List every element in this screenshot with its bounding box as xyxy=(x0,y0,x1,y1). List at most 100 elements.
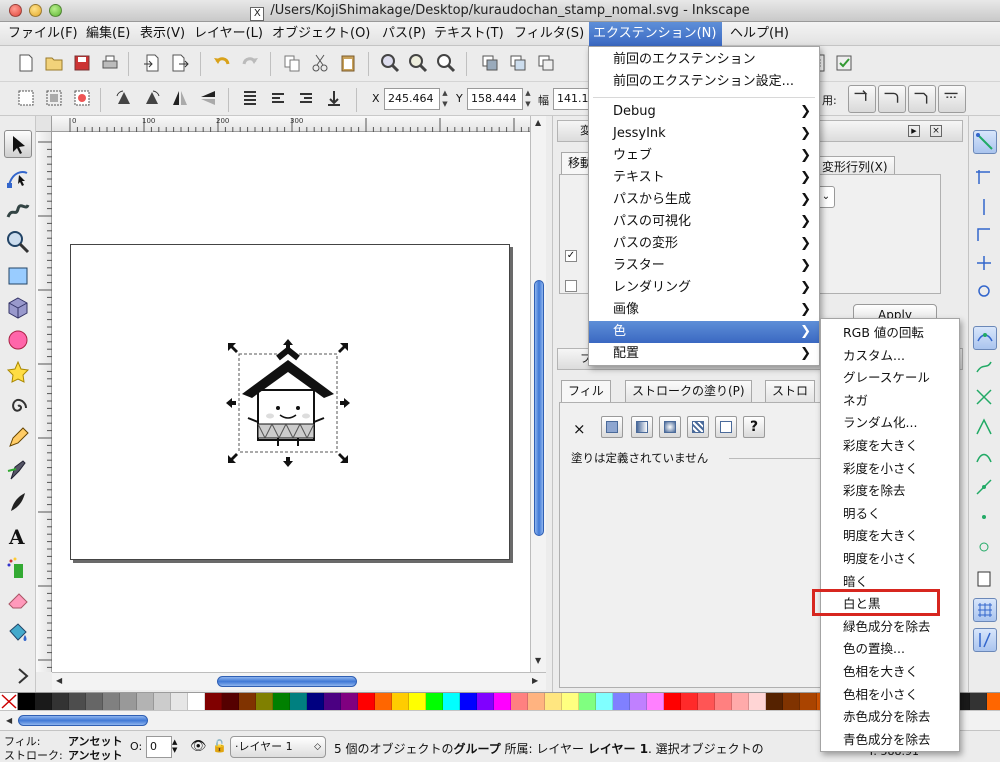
menu-ext-modify-path[interactable]: パスの変形 ❯ xyxy=(589,233,819,255)
snap-smooth-nodes-icon[interactable] xyxy=(973,446,997,470)
x-spinner[interactable]: ▲ ▼ xyxy=(440,88,450,110)
new-document-icon[interactable] xyxy=(16,53,36,73)
palette-swatch[interactable] xyxy=(477,693,494,710)
spiral-tool-icon[interactable] xyxy=(4,392,32,420)
menu-text[interactable]: テキスト(T) xyxy=(430,22,508,46)
preferences-icon[interactable] xyxy=(834,53,854,73)
unlink-clone-icon[interactable] xyxy=(536,53,556,73)
snap-page-border-icon[interactable] xyxy=(973,568,997,592)
palette-swatch[interactable] xyxy=(222,693,239,710)
pattern-button[interactable] xyxy=(687,416,709,438)
3d-box-tool-icon[interactable] xyxy=(4,294,32,322)
palette-swatch[interactable] xyxy=(664,693,681,710)
selected-drawing[interactable] xyxy=(52,132,530,672)
scroll-right-arrow-icon[interactable]: ▶ xyxy=(532,676,538,685)
deselect-icon[interactable] xyxy=(72,88,92,108)
snap-nodes-icon[interactable] xyxy=(973,326,997,350)
open-folder-icon[interactable] xyxy=(44,53,64,73)
rectangle-tool-icon[interactable] xyxy=(4,262,32,290)
relative-move-checkbox[interactable]: ✓ xyxy=(565,250,577,262)
palette-swatch[interactable] xyxy=(970,693,987,710)
palette-swatch[interactable] xyxy=(86,693,103,710)
palette-swatch[interactable] xyxy=(69,693,86,710)
spray-tool-icon[interactable] xyxy=(4,554,32,582)
scroll-thumb[interactable] xyxy=(534,280,544,536)
palette-swatch[interactable] xyxy=(800,693,817,710)
menu-ext-raster[interactable]: ラスター ❯ xyxy=(589,255,819,277)
menu-recent-extension-settings[interactable]: 前回のエクステンション設定... xyxy=(589,71,819,93)
menu-filters[interactable]: フィルタ(S) xyxy=(510,22,588,46)
select-all-icon[interactable] xyxy=(16,88,36,108)
palette-swatch[interactable] xyxy=(35,693,52,710)
snap-intersections-icon[interactable] xyxy=(973,386,997,410)
menu-ext-arrange[interactable]: 配置 ❯ xyxy=(589,343,819,365)
color-submenu-item[interactable]: 彩度を除去 xyxy=(821,480,959,502)
opacity-field[interactable]: 0 xyxy=(146,736,172,758)
snap-bbox-edges-icon[interactable] xyxy=(973,196,997,220)
palette-swatch[interactable] xyxy=(783,693,800,710)
color-submenu-item[interactable]: ネガ xyxy=(821,390,959,412)
palette-swatch[interactable] xyxy=(987,693,1000,710)
color-submenu-item[interactable]: 彩度を大きく xyxy=(821,435,959,457)
palette-swatch[interactable] xyxy=(324,693,341,710)
panel-close-icon[interactable]: × xyxy=(930,125,942,137)
menu-ext-visualize-path[interactable]: パスの可視化 ❯ xyxy=(589,211,819,233)
menu-path[interactable]: パス(P) xyxy=(378,22,430,46)
snap-enable-icon[interactable] xyxy=(973,130,997,154)
palette-swatch[interactable] xyxy=(154,693,171,710)
snap-rotation-center-icon[interactable] xyxy=(973,536,997,560)
scroll-left-arrow-icon[interactable]: ◀ xyxy=(6,716,12,725)
palette-swatch[interactable] xyxy=(375,693,392,710)
snap-object-centers-icon[interactable] xyxy=(973,506,997,530)
palette-swatch[interactable] xyxy=(443,693,460,710)
scroll-thumb[interactable] xyxy=(18,715,148,726)
opacity-spinner[interactable]: ▲ ▼ xyxy=(172,738,177,754)
menu-edit[interactable]: 編集(E) xyxy=(82,22,134,46)
apply-separately-checkbox[interactable] xyxy=(565,280,577,292)
palette-swatch[interactable] xyxy=(460,693,477,710)
palette-swatch[interactable] xyxy=(273,693,290,710)
canvas-horizontal-scrollbar[interactable]: ◀ ▶ xyxy=(52,672,546,690)
menu-recent-extension[interactable]: 前回のエクステンション xyxy=(589,49,819,71)
scroll-down-arrow-icon[interactable]: ▼ xyxy=(535,656,541,665)
current-layer-dropdown[interactable]: ·レイヤー 1 ◇ xyxy=(230,736,326,758)
menu-ext-color[interactable]: 色 ❯ xyxy=(589,321,819,343)
zoom-page-icon[interactable] xyxy=(436,53,456,73)
node-tool-icon[interactable] xyxy=(4,164,32,192)
palette-swatch[interactable] xyxy=(103,693,120,710)
copy-icon[interactable] xyxy=(282,53,302,73)
pen-tool-icon[interactable] xyxy=(4,456,32,484)
pencil-tool-icon[interactable] xyxy=(4,424,32,452)
tab-fill[interactable]: フィル xyxy=(561,380,611,402)
palette-swatch[interactable] xyxy=(715,693,732,710)
palette-swatch[interactable] xyxy=(409,693,426,710)
import-icon[interactable] xyxy=(142,53,162,73)
snap-line-midpoints-icon[interactable] xyxy=(973,476,997,500)
flip-horizontal-icon[interactable] xyxy=(170,88,190,108)
palette-swatch[interactable] xyxy=(766,693,783,710)
palette-swatch[interactable] xyxy=(647,693,664,710)
color-submenu-item[interactable]: ランダム化... xyxy=(821,412,959,434)
palette-swatch[interactable] xyxy=(698,693,715,710)
color-submenu-item[interactable]: 明度を小さく xyxy=(821,548,959,570)
snap-bbox-centers-icon[interactable] xyxy=(973,280,997,304)
palette-swatch[interactable] xyxy=(18,693,35,710)
color-submenu-item[interactable]: 赤色成分を除去 xyxy=(821,706,959,728)
linear-gradient-button[interactable] xyxy=(631,416,653,438)
transform-gradients-toggle[interactable] xyxy=(908,85,936,113)
color-submenu-item[interactable]: グレースケール xyxy=(821,367,959,389)
menu-ext-generate-from-path[interactable]: パスから生成 ❯ xyxy=(589,189,819,211)
redo-icon[interactable] xyxy=(240,53,260,73)
menu-object[interactable]: オブジェクト(O) xyxy=(268,22,374,46)
palette-swatch[interactable] xyxy=(239,693,256,710)
palette-swatch[interactable] xyxy=(545,693,562,710)
menu-view[interactable]: 表示(V) xyxy=(136,22,189,46)
clone-icon[interactable] xyxy=(508,53,528,73)
palette-swatch[interactable] xyxy=(681,693,698,710)
palette-swatch[interactable] xyxy=(341,693,358,710)
palette-swatch[interactable] xyxy=(205,693,222,710)
palette-swatch[interactable] xyxy=(171,693,188,710)
no-color-swatch[interactable] xyxy=(0,693,18,710)
color-submenu-item[interactable]: 青色成分を除去 xyxy=(821,729,959,751)
export-icon[interactable] xyxy=(170,53,190,73)
